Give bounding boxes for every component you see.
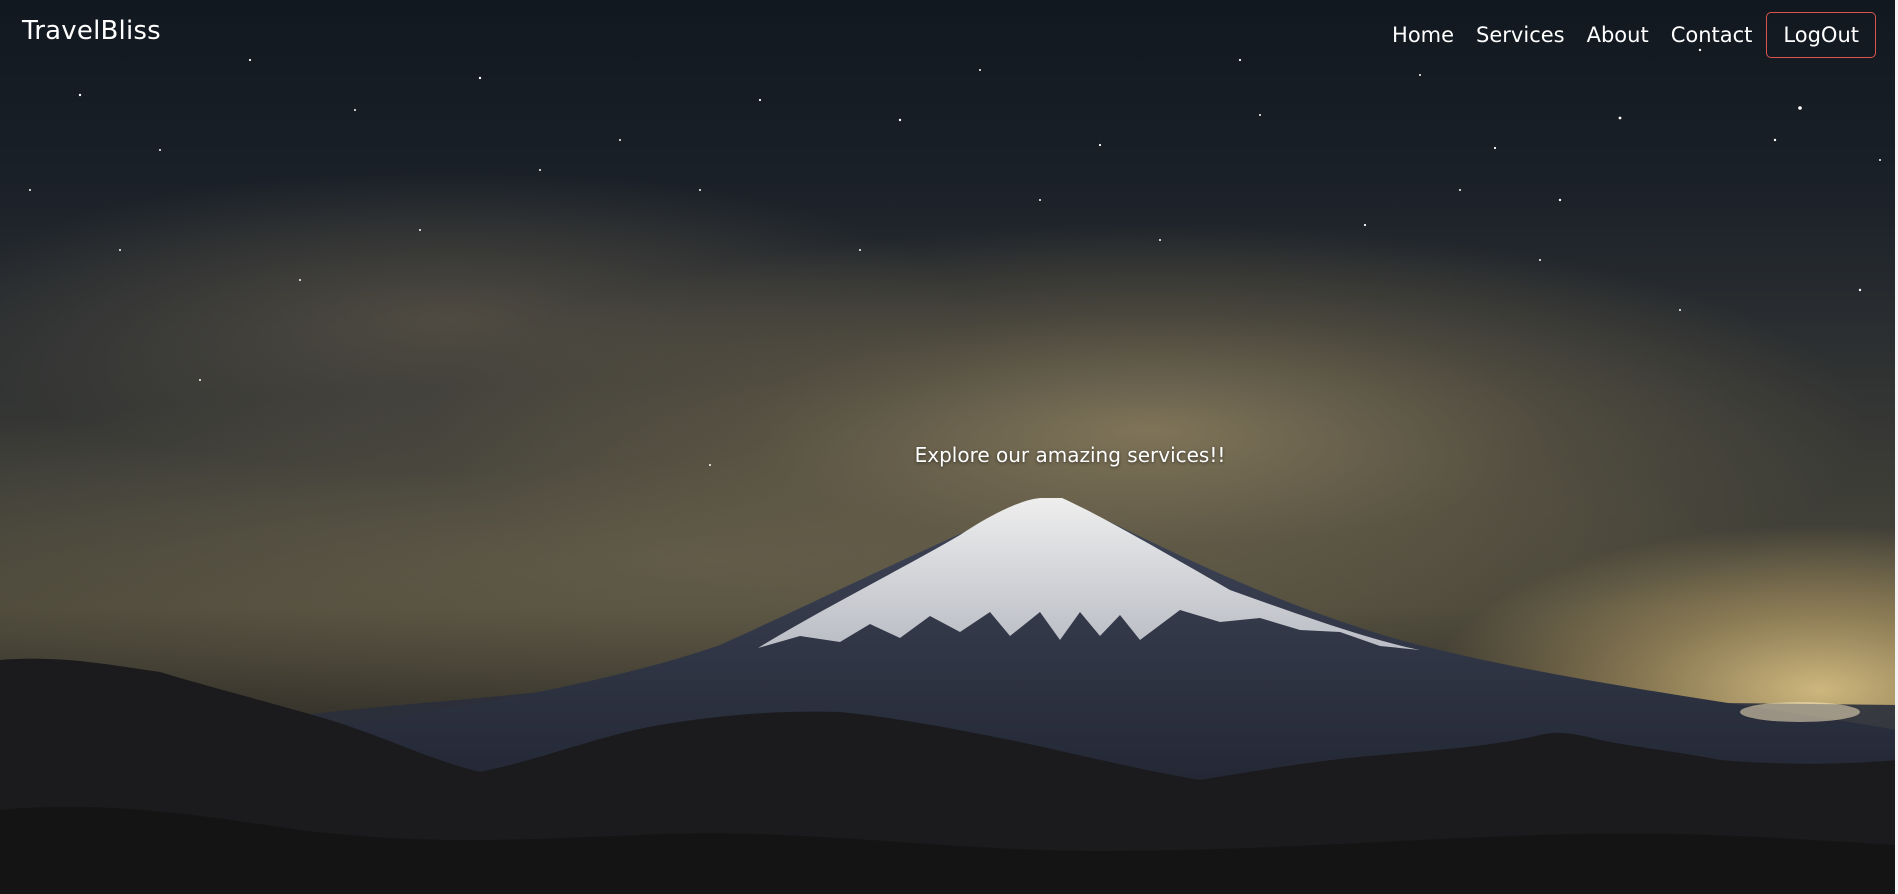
nav-link-services[interactable]: Services <box>1476 23 1565 47</box>
nav-link-about[interactable]: About <box>1587 23 1649 47</box>
brand-logo[interactable]: TravelBliss <box>22 16 161 46</box>
nav-link-home[interactable]: Home <box>1392 23 1454 47</box>
nav-links: Home Services About Contact LogOut <box>1370 10 1876 60</box>
hero-section: TravelBliss Home Services About Contact … <box>0 0 1898 894</box>
logout-button[interactable]: LogOut <box>1766 12 1876 58</box>
navbar: TravelBliss Home Services About Contact … <box>0 0 1898 68</box>
hero-tagline: Explore our amazing services!! <box>914 443 1226 467</box>
nav-link-contact[interactable]: Contact <box>1671 23 1753 47</box>
stars <box>29 48 1881 466</box>
